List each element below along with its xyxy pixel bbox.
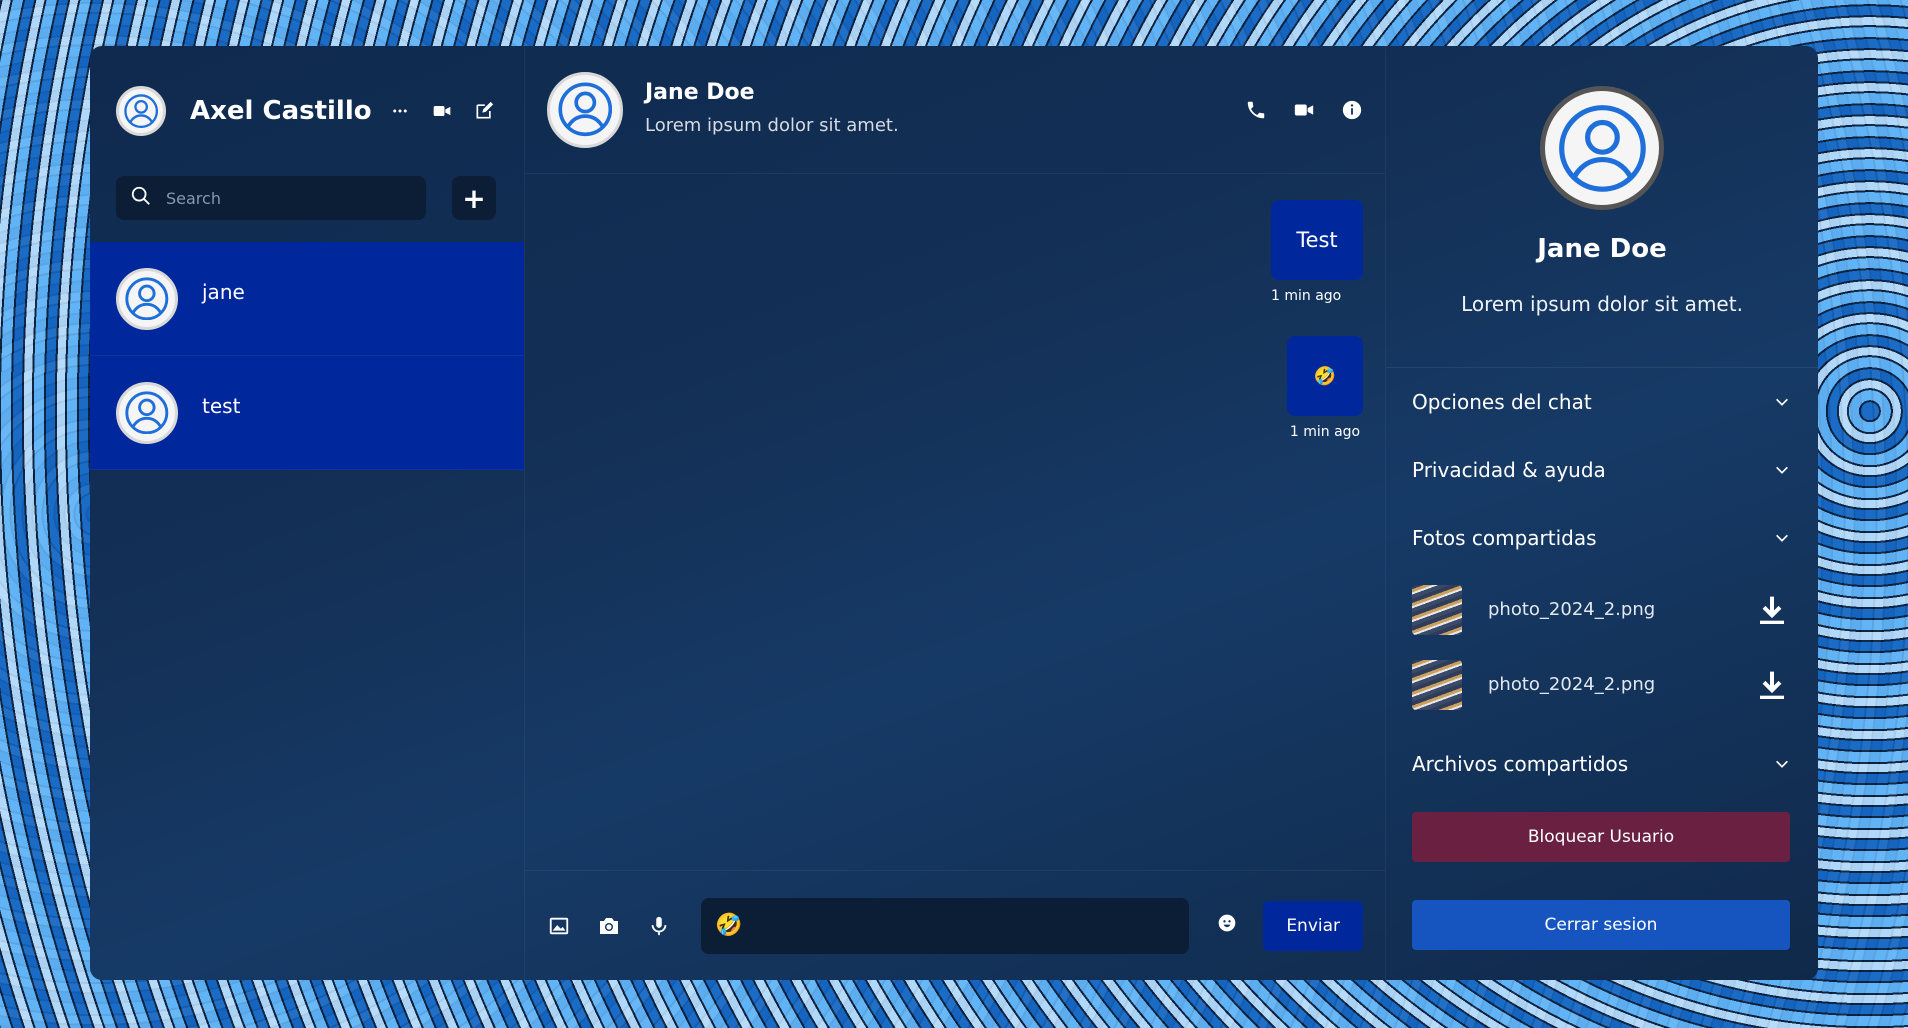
- search-box[interactable]: [116, 176, 426, 220]
- message-item: Test 1 min ago: [1271, 200, 1363, 304]
- video-call-icon[interactable]: [1293, 99, 1315, 121]
- logout-button[interactable]: Cerrar sesion: [1412, 900, 1790, 950]
- more-icon[interactable]: [390, 101, 410, 121]
- section-label: Privacidad & ayuda: [1412, 458, 1606, 482]
- user-name: Axel Castillo: [190, 96, 372, 126]
- user-icon: [125, 277, 169, 320]
- send-button[interactable]: Enviar: [1263, 900, 1363, 951]
- section-shared-photos[interactable]: Fotos compartidas: [1412, 504, 1790, 572]
- mic-icon[interactable]: [647, 914, 671, 938]
- search-input[interactable]: [166, 188, 406, 208]
- search-row: +: [90, 148, 524, 220]
- photo-thumbnail[interactable]: [1412, 584, 1462, 635]
- user-header: Axel Castillo: [90, 46, 524, 148]
- section-label: Archivos compartidos: [1412, 752, 1629, 776]
- chevron-down-icon: [1774, 756, 1790, 772]
- message-time: 1 min ago: [1289, 424, 1361, 440]
- profile-avatar: [1540, 86, 1664, 210]
- section-label: Fotos compartidas: [1412, 526, 1597, 550]
- photo-name: photo_2024_2.png: [1488, 674, 1656, 695]
- section-label: Opciones del chat: [1412, 390, 1592, 414]
- message-time: 1 min ago: [1271, 288, 1342, 304]
- user-icon: [125, 391, 169, 434]
- message-input[interactable]: 🤣: [701, 897, 1190, 954]
- profile-name: Jane Doe: [1537, 234, 1667, 264]
- user-icon: [124, 94, 158, 128]
- emoji-icon[interactable]: [1215, 911, 1239, 935]
- download-icon[interactable]: [1756, 668, 1788, 702]
- contact-item-jane[interactable]: jane: [90, 242, 524, 356]
- edit-icon[interactable]: [474, 101, 494, 121]
- message-composer: 🤣 Enviar: [525, 870, 1385, 980]
- camera-icon[interactable]: [597, 914, 621, 938]
- user-icon: [558, 82, 612, 137]
- contact-name: test: [202, 393, 241, 418]
- video-icon[interactable]: [432, 101, 452, 121]
- details-panel: Jane Doe Lorem ipsum dolor sit amet. Opc…: [1386, 46, 1818, 980]
- message-list: Test 1 min ago 🤣 1 min ago: [525, 174, 1385, 870]
- profile-summary: Jane Doe Lorem ipsum dolor sit amet.: [1386, 46, 1818, 368]
- section-shared-files[interactable]: Archivos compartidos: [1412, 730, 1790, 798]
- message-bubble: Test: [1271, 200, 1363, 280]
- photo-name: photo_2024_2.png: [1488, 599, 1656, 620]
- chevron-down-icon: [1774, 530, 1790, 546]
- contact-item-test[interactable]: test: [90, 356, 524, 470]
- contact-avatar: [116, 381, 178, 444]
- profile-status: Lorem ipsum dolor sit amet.: [1461, 292, 1743, 316]
- contact-avatar: [116, 267, 178, 330]
- block-user-button[interactable]: Bloquear Usuario: [1412, 812, 1790, 862]
- message-item: 🤣 1 min ago: [1287, 336, 1363, 440]
- add-contact-button[interactable]: +: [452, 176, 496, 220]
- chevron-down-icon: [1774, 394, 1790, 410]
- chat-panel: Jane Doe Lorem ipsum dolor sit amet. Tes…: [524, 46, 1386, 980]
- phone-icon[interactable]: [1245, 99, 1267, 121]
- chat-contact-name: Jane Doe: [645, 79, 755, 105]
- chat-header: Jane Doe Lorem ipsum dolor sit amet.: [525, 46, 1385, 174]
- shared-photo-item: photo_2024_2.png: [1412, 647, 1790, 722]
- search-icon: [130, 185, 152, 211]
- chat-contact-status: Lorem ipsum dolor sit amet.: [645, 114, 899, 136]
- info-icon[interactable]: [1341, 99, 1363, 121]
- user-avatar[interactable]: [116, 86, 166, 136]
- message-bubble: 🤣: [1287, 336, 1363, 416]
- chevron-down-icon: [1774, 462, 1790, 478]
- image-icon[interactable]: [547, 914, 571, 938]
- shared-photo-item: photo_2024_2.png: [1412, 572, 1790, 647]
- chat-contact-avatar[interactable]: [547, 71, 623, 148]
- contacts-panel: Axel Castillo + jane: [90, 46, 524, 980]
- photo-thumbnail[interactable]: [1412, 659, 1462, 710]
- user-icon: [1558, 104, 1646, 192]
- contact-list: jane test: [90, 242, 524, 470]
- download-icon[interactable]: [1756, 593, 1788, 627]
- section-chat-options[interactable]: Opciones del chat: [1412, 368, 1790, 436]
- contact-name: jane: [202, 279, 245, 304]
- chat-app-window: Axel Castillo + jane: [90, 46, 1818, 980]
- section-privacy[interactable]: Privacidad & ayuda: [1412, 436, 1790, 504]
